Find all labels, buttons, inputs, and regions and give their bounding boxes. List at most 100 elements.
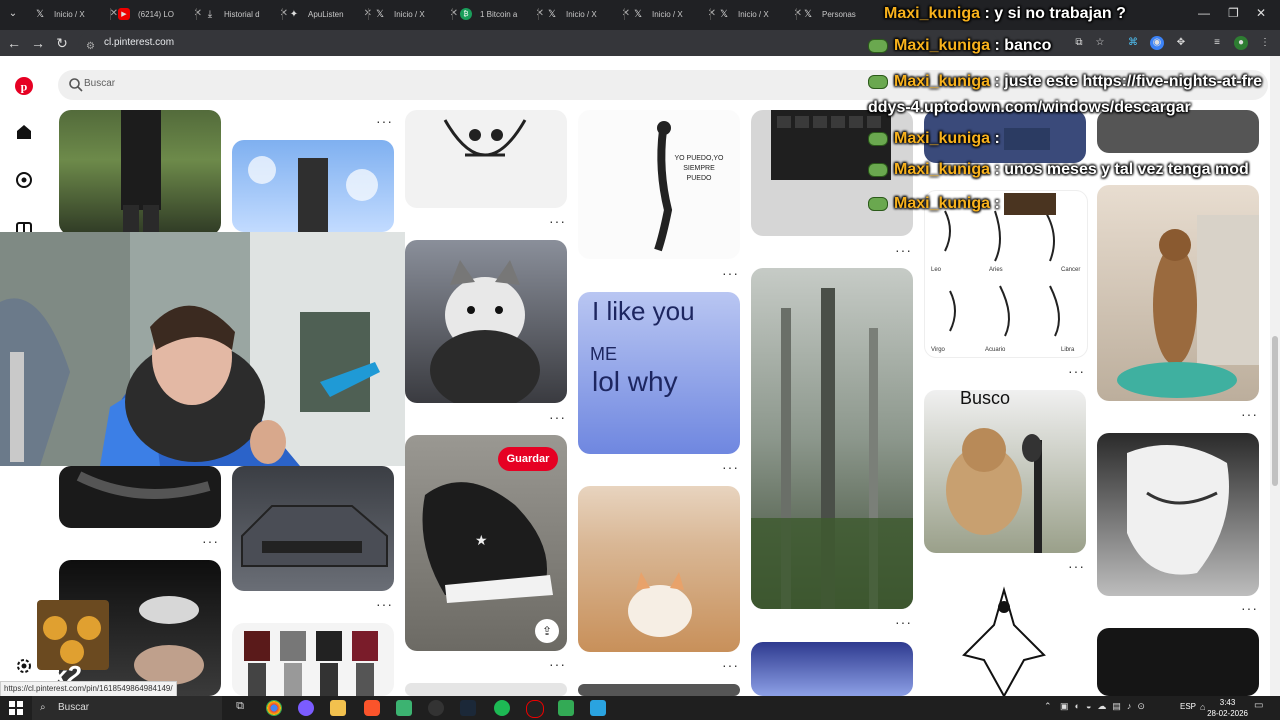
close-icon[interactable]: ✕ — [536, 8, 544, 19]
file-explorer-icon[interactable] — [330, 700, 346, 716]
pin-more-options[interactable]: ··· — [549, 409, 566, 425]
reload-icon[interactable]: ↻ — [54, 35, 70, 52]
steam-icon[interactable] — [460, 700, 476, 716]
language-indicator[interactable]: ESP — [1180, 702, 1196, 711]
spotify-icon[interactable] — [494, 700, 510, 716]
page-scrollbar[interactable] — [1270, 56, 1280, 696]
site-info-icon[interactable]: ⚙ — [86, 37, 95, 57]
telegram-icon[interactable] — [590, 700, 606, 716]
pin-image-anime-bw[interactable] — [1097, 433, 1259, 596]
maximize-icon[interactable]: ❐ — [1228, 6, 1239, 20]
pin-more-options[interactable]: ··· — [1068, 558, 1085, 574]
pin-image-dark[interactable] — [1097, 628, 1259, 696]
tab-4[interactable]: ✦ApuListen✕ — [288, 2, 372, 26]
brave-icon[interactable] — [364, 700, 380, 716]
close-icon[interactable]: ✕ — [794, 8, 802, 19]
chrome-icon[interactable] — [266, 700, 282, 716]
pin-more-options[interactable]: ··· — [549, 213, 566, 229]
tray-icons[interactable]: ▣◐◒☁▤♪⊙ — [1060, 701, 1180, 712]
pin-more-options[interactable]: ··· — [722, 657, 739, 673]
pin-image-i-like-you[interactable]: I like you ME lol why — [578, 292, 740, 454]
pin-image-car[interactable] — [232, 466, 394, 591]
reading-list-icon[interactable]: ≡ — [1210, 36, 1224, 50]
faces-emote-icon — [1004, 193, 1057, 215]
url-field[interactable]: ⚙ cl.pinterest.com — [78, 33, 998, 53]
home-icon[interactable] — [14, 122, 34, 142]
app-icon[interactable] — [396, 700, 412, 716]
pin-image-tattoo[interactable] — [59, 466, 221, 528]
task-view-icon[interactable]: ⧉ — [232, 700, 248, 716]
bookmark-star-icon[interactable]: ☆ — [1093, 36, 1107, 50]
network-icon[interactable]: ⌂ — [1200, 702, 1205, 712]
share-icon[interactable]: ⇪ — [535, 619, 559, 643]
close-icon[interactable]: ✕ — [708, 8, 716, 19]
pin-image-monolith[interactable] — [232, 140, 394, 232]
forward-icon[interactable]: → — [30, 35, 46, 51]
tab-6[interactable]: ₿ 1 Bitcoin a ✕ — [460, 2, 544, 26]
extension-icon[interactable]: ◉ — [1150, 36, 1164, 50]
address-bar-row: ← → ↻ ⚙ cl.pinterest.com ⧉ ☆ ⌘ ◉ ✥ ≡ ● ⋮ — [0, 30, 1280, 56]
pin-more-options[interactable]: ··· — [895, 614, 912, 630]
back-icon[interactable]: ← — [6, 35, 22, 51]
pin-image-partial[interactable] — [578, 684, 740, 696]
close-icon[interactable]: ✕ — [280, 8, 288, 19]
tab-7[interactable]: 𝕏 Inicio / X ✕ — [546, 2, 630, 26]
scrollbar-thumb[interactable] — [1272, 336, 1278, 486]
pin-image-partial[interactable] — [405, 683, 567, 696]
pin-image-forest[interactable] — [751, 268, 913, 609]
close-window-icon[interactable]: ✕ — [1256, 6, 1266, 20]
minimize-icon[interactable]: — — [1198, 6, 1210, 20]
app-icon[interactable] — [558, 700, 574, 716]
tab-1[interactable]: 𝕏 Inicio / X ✕ — [34, 2, 118, 26]
app-icon[interactable] — [298, 700, 314, 716]
tab-10[interactable]: 𝕏 Personas — [802, 2, 866, 26]
pin-image-outfits[interactable] — [232, 623, 394, 696]
pin-image-cat-mic[interactable]: Busco — [924, 390, 1086, 553]
pin-more-options[interactable]: ··· — [722, 265, 739, 281]
pin-more-options[interactable]: ··· — [895, 242, 912, 258]
pin-image-flowers[interactable] — [751, 642, 913, 696]
pin-image-cat-standing[interactable] — [1097, 185, 1259, 401]
tab-3[interactable]: ⤓ Historial d ✕ — [204, 2, 288, 26]
install-app-icon[interactable]: ⧉ — [1072, 36, 1086, 50]
tray-overflow-icon[interactable]: ⌃ — [1044, 701, 1052, 712]
notifications-icon[interactable]: ▭ — [1254, 700, 1268, 714]
explore-compass-icon[interactable] — [14, 170, 34, 190]
pin-more-options[interactable]: ··· — [1068, 363, 1085, 379]
pin-image-sketch-monster[interactable] — [405, 110, 567, 208]
obs-icon[interactable] — [526, 700, 544, 718]
taskbar-search[interactable]: ⌕ Buscar — [32, 696, 222, 720]
close-icon[interactable]: ✕ — [194, 8, 202, 19]
pin-more-options[interactable]: ··· — [1241, 600, 1258, 616]
pin-more-options[interactable]: ··· — [202, 533, 219, 549]
pin-more-options[interactable]: ··· — [1241, 406, 1258, 422]
tab-search-icon[interactable]: ⌄ — [6, 7, 20, 21]
pinterest-logo-icon[interactable]: p — [14, 76, 34, 96]
profile-avatar[interactable]: ● — [1234, 36, 1248, 50]
pin-image-cat-headphones[interactable] — [405, 240, 567, 403]
app-icon[interactable] — [428, 700, 444, 716]
pin-more-options[interactable]: ··· — [722, 459, 739, 475]
extensions-puzzle-icon[interactable]: ✥ — [1174, 36, 1188, 50]
windows-start-icon[interactable] — [9, 701, 23, 715]
pin-more-options[interactable]: ··· — [376, 113, 393, 129]
pin-image-yo-puedo[interactable]: YO PUEDO,YO SIEMPRE PUEDO — [578, 110, 740, 259]
save-button[interactable]: Guardar — [498, 447, 558, 471]
pin-more-options[interactable]: ··· — [549, 656, 566, 672]
pepe-emote-icon — [868, 197, 888, 211]
pin-image-cat-sand[interactable] — [578, 486, 740, 652]
extension-icon[interactable]: ⌘ — [1126, 36, 1140, 50]
pin-image-zodiac[interactable]: Leo Aries Cancer Virgo Acuario Libra — [924, 190, 1088, 358]
menu-icon[interactable]: ⋮ — [1258, 36, 1272, 50]
tab-2[interactable]: ▶ (6214) LO ✕ — [118, 2, 202, 26]
close-icon[interactable]: ✕ — [450, 8, 458, 19]
taskbar-clock[interactable]: 3:43 28-02-2026 — [1207, 697, 1248, 719]
settings-gear-icon[interactable] — [14, 656, 34, 676]
pin-image-person[interactable] — [59, 110, 221, 235]
close-icon[interactable]: ✕ — [622, 8, 630, 19]
tab-5[interactable]: 𝕏 Inicio / X ✕ — [374, 2, 458, 26]
pin-more-options[interactable]: ··· — [376, 596, 393, 612]
pin-image-dragon[interactable] — [924, 585, 1086, 696]
tab-8[interactable]: 𝕏 Inicio / X ✕ — [632, 2, 716, 26]
tab-9[interactable]: 𝕏 Inicio / X ✕ — [718, 2, 802, 26]
